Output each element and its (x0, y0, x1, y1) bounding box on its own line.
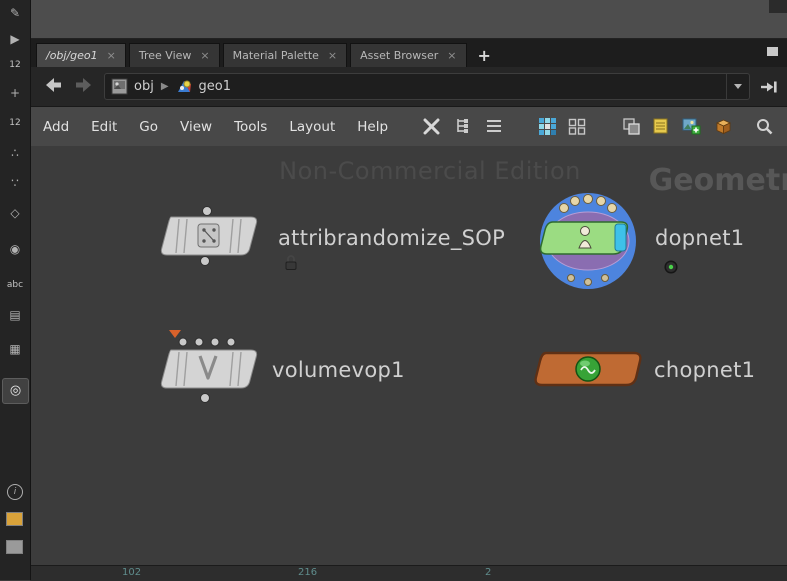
menu-help[interactable]: Help (357, 119, 388, 135)
chevron-right-icon: ▶ (160, 81, 169, 92)
path-dropdown[interactable] (726, 74, 749, 99)
grid-outline-icon[interactable] (568, 117, 587, 140)
output-connector[interactable] (200, 393, 210, 403)
input-connector[interactable] (596, 196, 606, 206)
geometry-node-icon (176, 78, 193, 95)
menu-bar: Add Edit Go View Tools Layout Help (30, 107, 787, 147)
info-icon[interactable]: i (7, 484, 23, 500)
pin-path-icon[interactable] (759, 79, 778, 98)
node-label[interactable]: dopnet1 (655, 226, 744, 250)
tab-label: Material Palette (232, 49, 319, 62)
input-connector[interactable] (202, 206, 212, 216)
add-tool-icon[interactable]: + (0, 86, 30, 100)
select-icon[interactable]: ▶ (0, 32, 30, 46)
render-flag-icon[interactable] (663, 259, 679, 279)
menu-tools[interactable]: Tools (234, 119, 267, 135)
close-icon[interactable]: × (447, 49, 456, 62)
hierarchy-icon[interactable] (454, 117, 472, 139)
ruler-number: 102 (122, 567, 142, 578)
output-connector[interactable] (584, 278, 592, 286)
search-icon[interactable] (755, 117, 774, 140)
input-connector[interactable] (583, 194, 593, 204)
node-label[interactable]: attribrandomize_SOP (278, 226, 505, 250)
input-connector[interactable] (226, 337, 236, 347)
forward-button[interactable] (74, 77, 94, 97)
obj-network-icon (111, 78, 128, 95)
tab-tree-view[interactable]: Tree View × (128, 43, 220, 67)
active-tool-icon[interactable]: ◎ (2, 378, 29, 404)
orange-swatch-icon[interactable] (6, 512, 23, 526)
shelf-strip (30, 0, 787, 39)
path-field[interactable]: obj ▶ geo1 (104, 73, 750, 100)
diamond-tool-icon[interactable]: ◇ (0, 206, 30, 220)
output-connector[interactable] (601, 274, 609, 282)
grid-size-label-a[interactable]: 12 (0, 58, 30, 72)
tools-icon[interactable] (422, 117, 441, 140)
asset-box-icon[interactable] (714, 117, 733, 140)
grid-colored-icon[interactable] (538, 117, 557, 140)
grid-size-label-b[interactable]: 12 (0, 116, 30, 130)
output-connector[interactable] (200, 256, 210, 266)
menu-layout[interactable]: Layout (289, 119, 335, 135)
back-button[interactable] (43, 77, 63, 97)
node-volumevop[interactable] (145, 334, 269, 410)
pane-corner (769, 0, 787, 13)
gray-swatch-icon[interactable] (6, 540, 23, 554)
menu-view[interactable]: View (180, 119, 212, 135)
node-attribrandomize[interactable] (145, 206, 269, 270)
ruler-number: 2 (485, 567, 492, 578)
tab-asset-browser[interactable]: Asset Browser × (350, 43, 467, 67)
pen-icon[interactable]: ✎ (0, 6, 30, 20)
menu-edit[interactable]: Edit (91, 119, 117, 135)
input-connector[interactable] (210, 337, 220, 347)
thumbnail-icon[interactable]: ▤ (0, 308, 30, 322)
node-chopnet[interactable] (530, 348, 650, 394)
list-view-icon[interactable] (485, 117, 503, 139)
tab-label: Tree View (138, 49, 192, 62)
menu-items: Add Edit Go View Tools Layout Help (30, 107, 787, 146)
abc-tool-icon[interactable]: abc (0, 278, 30, 292)
network-editor[interactable]: Non-Commercial Edition Geometr attribran… (30, 146, 787, 565)
target-tool-icon[interactable]: ◉ (0, 242, 30, 256)
new-tab-button[interactable]: + (478, 43, 491, 67)
tab-obj-geo1[interactable]: /obj/geo1 × (36, 43, 126, 67)
lock-icon (284, 254, 298, 275)
dots-tool-icon[interactable]: ∴ (0, 146, 30, 160)
dots-tool-icon-2[interactable]: ∵ (0, 176, 30, 190)
path-bar: obj ▶ geo1 (30, 67, 787, 107)
ruler-number: 216 (298, 567, 318, 578)
menu-add[interactable]: Add (43, 119, 69, 135)
input-connector[interactable] (607, 203, 617, 213)
breadcrumb-network[interactable]: obj (134, 79, 154, 94)
input-connector[interactable] (178, 337, 188, 347)
breadcrumb-node[interactable]: geo1 (199, 79, 231, 94)
node-dopnet[interactable] (535, 188, 641, 298)
input-connector[interactable] (570, 196, 580, 206)
display-flag[interactable] (614, 223, 627, 252)
input-connector[interactable] (194, 337, 204, 347)
pane-control[interactable] (767, 47, 778, 56)
pane-tab-bar: /obj/geo1 × Tree View × Material Palette… (30, 39, 787, 67)
watermark-text: Non-Commercial Edition (279, 157, 581, 185)
image-add-icon[interactable] (682, 117, 701, 140)
output-connector[interactable] (567, 274, 575, 282)
close-icon[interactable]: × (107, 49, 116, 62)
tab-label: Asset Browser (360, 49, 439, 62)
houdini-window: ✎ ▶ 12 + 12 ∴ ∵ ◇ ◉ abc ▤ ▦ ◎ i /obj/geo… (0, 0, 787, 581)
tab-material-palette[interactable]: Material Palette × (222, 43, 348, 67)
sticky-note-icon[interactable] (652, 117, 670, 139)
network-type-label: Geometr (648, 163, 787, 198)
left-toolbar: ✎ ▶ 12 + 12 ∴ ∵ ◇ ◉ abc ▤ ▦ ◎ i (0, 0, 31, 580)
close-icon[interactable]: × (328, 49, 337, 62)
tab-label: /obj/geo1 (46, 49, 98, 62)
thumbnail-icon-2[interactable]: ▦ (0, 342, 30, 356)
chevron-down-icon (734, 84, 742, 89)
input-connector[interactable] (559, 203, 569, 213)
node-label[interactable]: chopnet1 (654, 358, 755, 382)
windows-icon[interactable] (622, 117, 641, 140)
bottom-pane-edge: 102 216 2 (30, 565, 787, 581)
node-label[interactable]: volumevop1 (272, 358, 405, 382)
close-icon[interactable]: × (200, 49, 209, 62)
menu-go[interactable]: Go (139, 119, 158, 135)
